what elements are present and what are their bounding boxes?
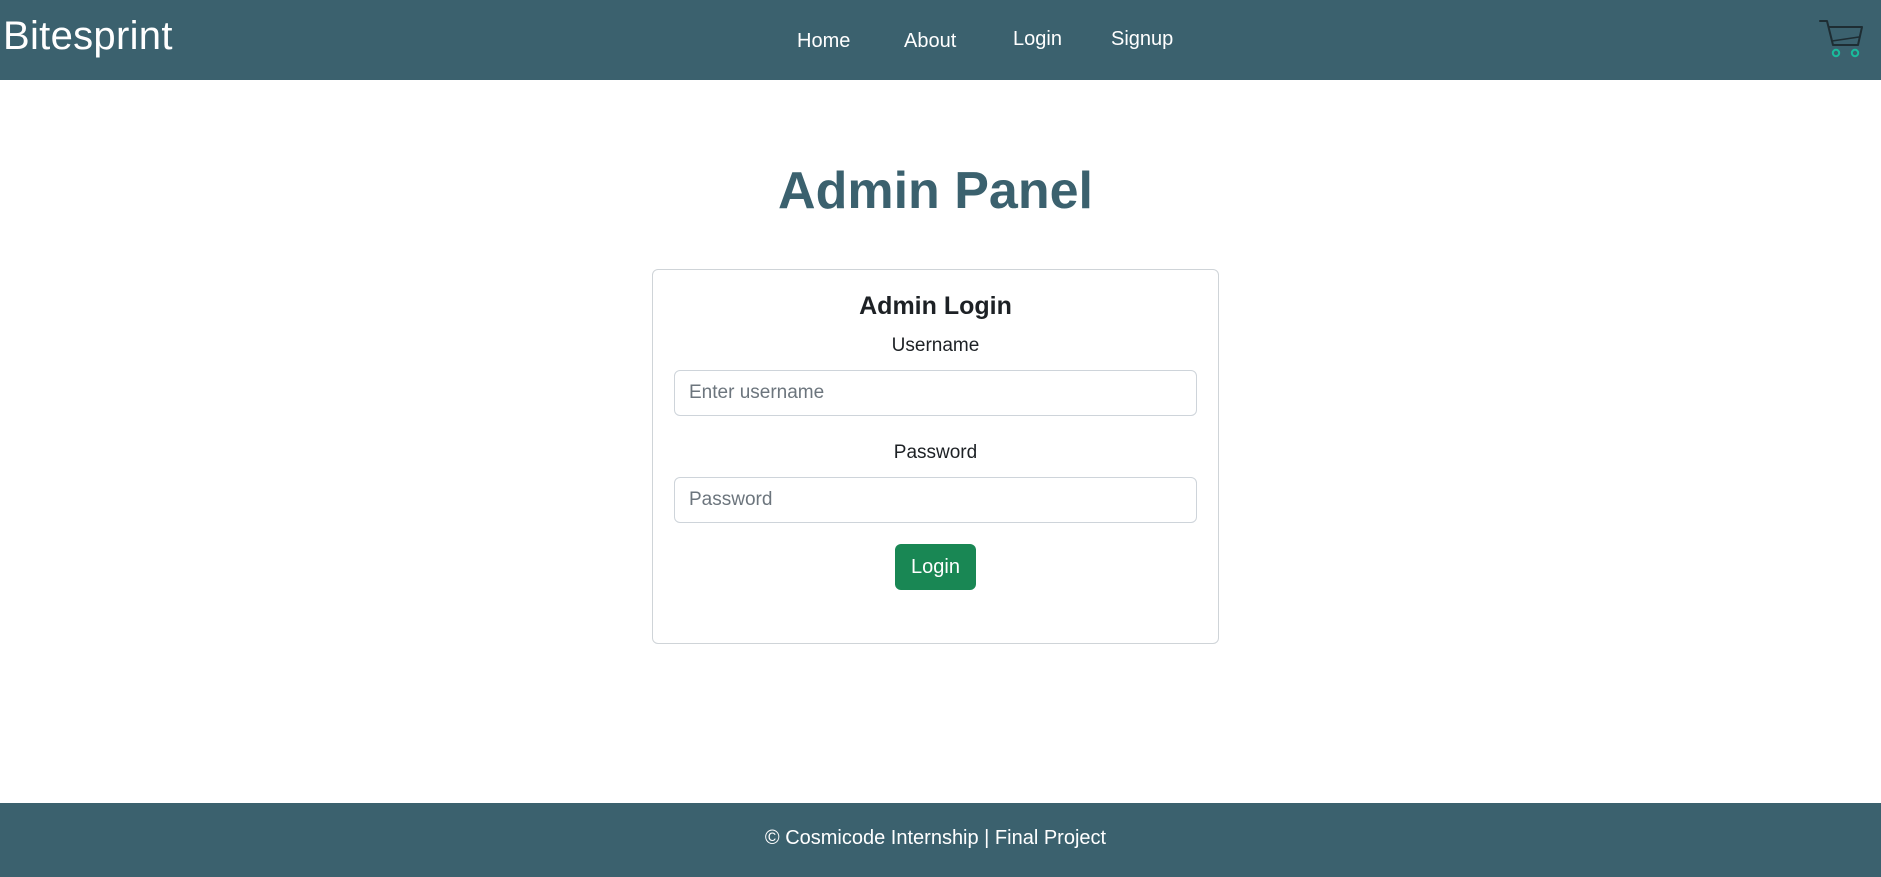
- nav-link-about[interactable]: About: [904, 30, 956, 53]
- navbar: Bitesprint Home About Login Signup: [0, 0, 1881, 80]
- username-label: Username: [891, 335, 980, 356]
- password-input[interactable]: [674, 477, 1197, 523]
- cart-icon[interactable]: [1818, 17, 1864, 59]
- nav-link-login[interactable]: Login: [1013, 28, 1062, 51]
- card-title: Admin Login: [859, 292, 1012, 320]
- password-label: Password: [893, 442, 978, 463]
- username-input[interactable]: [674, 370, 1197, 416]
- footer-text: © Cosmicode Internship | Final Project: [764, 827, 1107, 849]
- nav-links: Home About Login Signup: [0, 28, 1881, 58]
- admin-login-card: Admin Login Username Password Login: [652, 269, 1219, 644]
- page-title: Admin Panel: [778, 162, 1093, 220]
- login-button[interactable]: Login: [895, 544, 976, 590]
- footer: © Cosmicode Internship | Final Project: [0, 803, 1881, 877]
- nav-link-home[interactable]: Home: [797, 30, 850, 53]
- nav-link-signup[interactable]: Signup: [1111, 28, 1173, 51]
